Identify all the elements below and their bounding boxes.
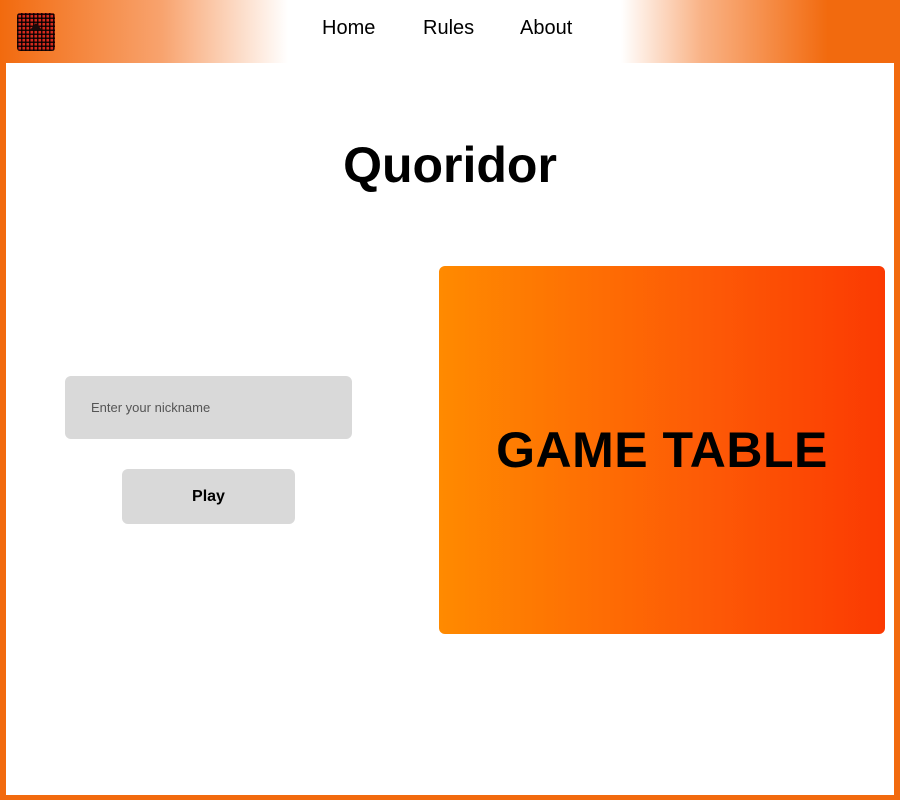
game-table-label: GAME TABLE	[496, 422, 828, 478]
main-nav: Home Rules About	[0, 14, 900, 42]
nav-home-link[interactable]: Home	[322, 14, 375, 42]
main-content: Quoridor Play GAME TABLE	[6, 63, 894, 795]
nav-rules-link[interactable]: Rules	[423, 14, 474, 42]
header-bar: Home Rules About	[0, 0, 900, 63]
game-table: GAME TABLE	[439, 266, 885, 634]
nickname-input[interactable]	[65, 376, 352, 439]
page-title: Quoridor	[343, 137, 557, 193]
nav-about-link[interactable]: About	[520, 14, 572, 42]
play-button[interactable]: Play	[122, 469, 295, 524]
app-frame: Home Rules About Quoridor Play GAME TABL…	[0, 0, 900, 800]
